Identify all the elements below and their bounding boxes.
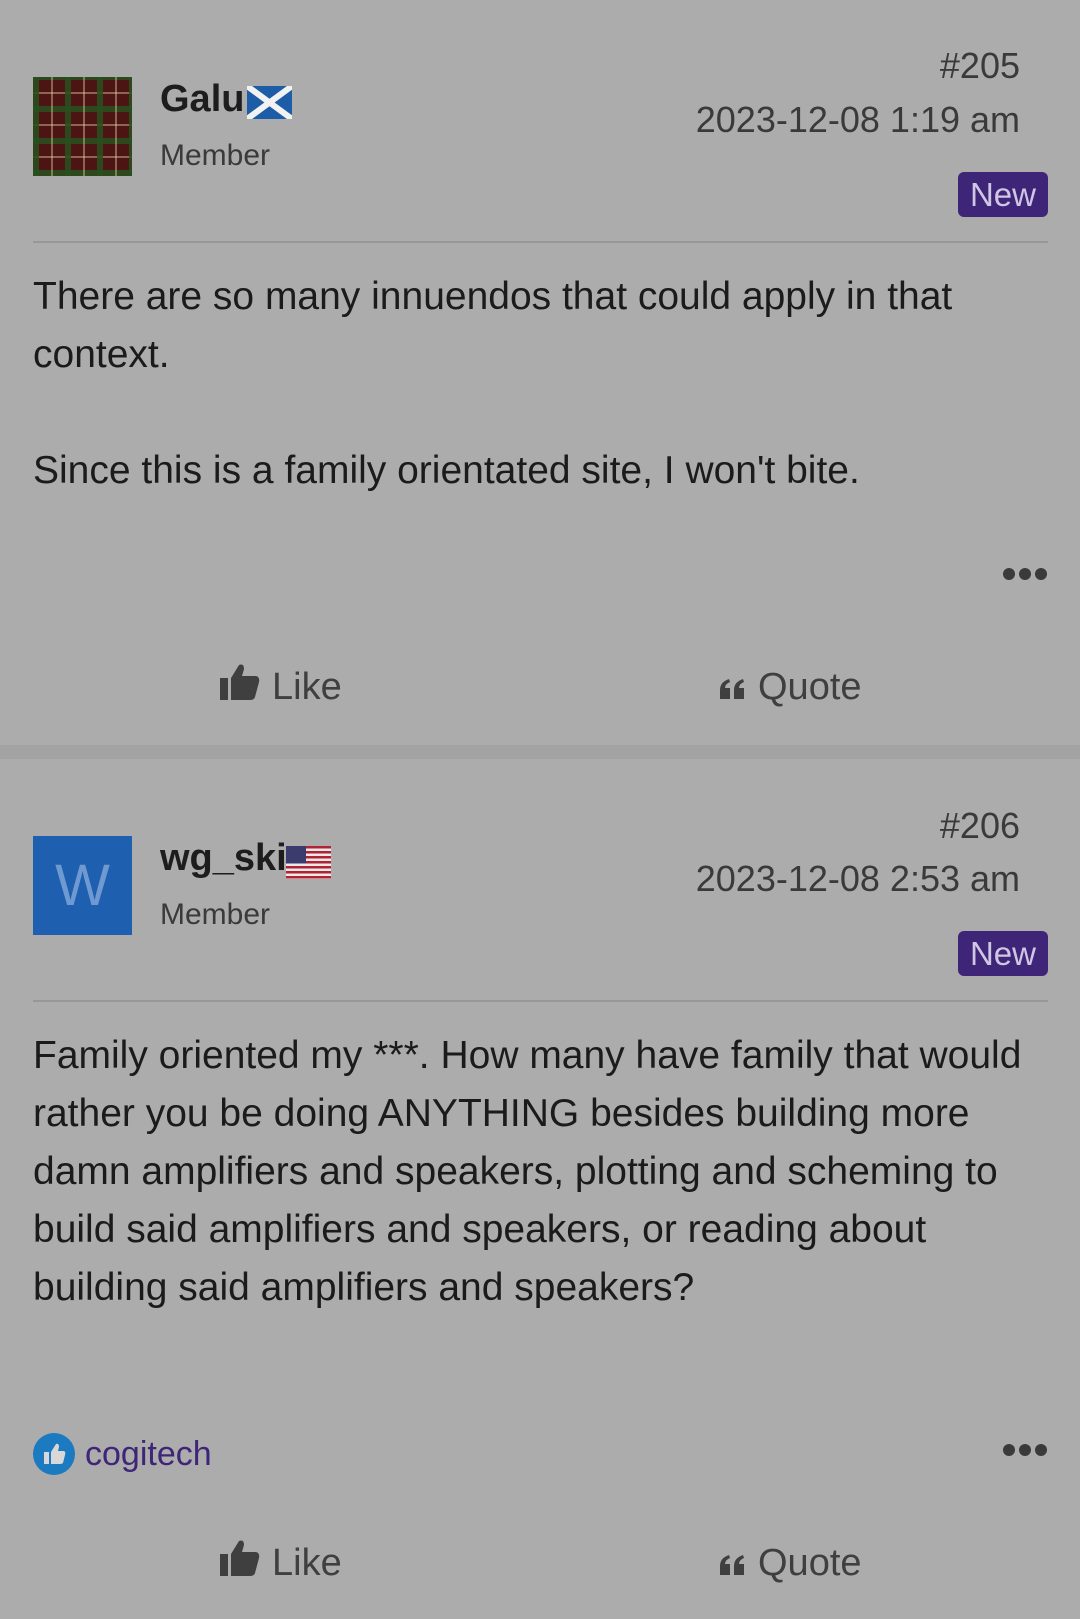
like-button[interactable]: Like	[220, 1540, 342, 1586]
post-paragraph: Family oriented my ***. How many have fa…	[33, 1034, 1022, 1309]
quote-icon	[720, 1542, 758, 1585]
like-label: Like	[272, 1541, 342, 1584]
quote-button[interactable]: Quote	[720, 1540, 862, 1586]
new-badge: New	[957, 931, 1048, 976]
quote-label: Quote	[758, 1541, 862, 1584]
thumbs-up-reaction-icon	[33, 1433, 75, 1475]
avatar[interactable]: W	[33, 836, 132, 935]
reactions-summary[interactable]: cogitech	[33, 1432, 212, 1476]
more-options-icon[interactable]	[1002, 1443, 1048, 1457]
post-date: 2023-12-08 2:53 am	[695, 858, 1020, 899]
username[interactable]: wg_ski	[160, 837, 287, 880]
post-number[interactable]: #206	[940, 805, 1020, 847]
post-body: Family oriented my ***. How many have fa…	[33, 1027, 1048, 1385]
reaction-username[interactable]: cogitech	[85, 1435, 212, 1474]
us-flag-icon	[286, 846, 331, 879]
user-role: Member	[160, 898, 271, 931]
thumbs-up-icon	[220, 1539, 272, 1587]
header-divider	[33, 1000, 1048, 1002]
